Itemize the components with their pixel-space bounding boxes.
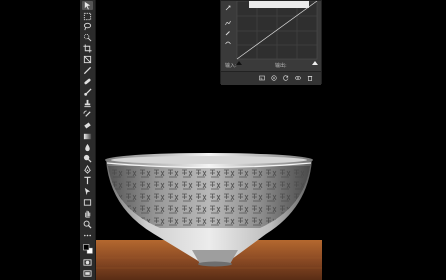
rectangle-icon[interactable] bbox=[82, 198, 93, 207]
photoshop-window: 输入: 输出: bbox=[0, 0, 446, 280]
screen-mode-icon[interactable] bbox=[82, 269, 93, 278]
healing-brush-icon[interactable] bbox=[82, 77, 93, 86]
curves-properties-panel: 输入: 输出: bbox=[220, 0, 322, 85]
hand-icon[interactable] bbox=[82, 209, 93, 218]
crop-icon[interactable] bbox=[82, 44, 93, 53]
clone-stamp-icon[interactable] bbox=[82, 99, 93, 108]
visibility-eye-icon[interactable] bbox=[295, 75, 301, 81]
curves-graph[interactable] bbox=[221, 1, 321, 71]
workspace-background bbox=[322, 0, 446, 280]
quick-mask-icon[interactable] bbox=[82, 258, 93, 267]
gradient-icon[interactable] bbox=[82, 132, 93, 141]
view-previous-icon[interactable] bbox=[271, 75, 277, 81]
more-tools-icon[interactable] bbox=[82, 231, 93, 240]
tools-panel bbox=[80, 0, 96, 280]
eyedropper-icon[interactable] bbox=[82, 66, 93, 75]
pen-icon[interactable] bbox=[82, 165, 93, 174]
quick-select-icon[interactable] bbox=[82, 33, 93, 42]
on-image-adjust-icon[interactable] bbox=[225, 5, 231, 11]
dodge-icon[interactable] bbox=[82, 154, 93, 163]
reset-icon[interactable] bbox=[283, 75, 289, 81]
marquee-icon[interactable] bbox=[82, 12, 93, 21]
output-label: 输出: bbox=[275, 63, 287, 69]
brush-icon[interactable] bbox=[82, 88, 93, 97]
zoom-icon[interactable] bbox=[82, 220, 93, 229]
type-icon[interactable] bbox=[82, 176, 93, 185]
pencil-icon[interactable] bbox=[225, 30, 231, 36]
path-select-icon[interactable] bbox=[82, 187, 93, 196]
clip-to-layer-icon[interactable] bbox=[259, 75, 265, 81]
frame-icon[interactable] bbox=[82, 55, 93, 64]
delete-icon[interactable] bbox=[307, 75, 313, 81]
smooth-icon[interactable] bbox=[225, 40, 231, 46]
input-label: 输入: bbox=[225, 63, 237, 69]
eraser-icon[interactable] bbox=[82, 121, 93, 130]
foreground-background-color-icon[interactable] bbox=[82, 243, 93, 255]
lasso-icon[interactable] bbox=[82, 22, 93, 31]
panel-footer bbox=[221, 71, 321, 85]
move-icon[interactable] bbox=[82, 1, 93, 10]
edit-points-icon[interactable] bbox=[225, 20, 231, 26]
blur-icon[interactable] bbox=[82, 143, 93, 152]
history-brush-icon[interactable] bbox=[82, 110, 93, 119]
